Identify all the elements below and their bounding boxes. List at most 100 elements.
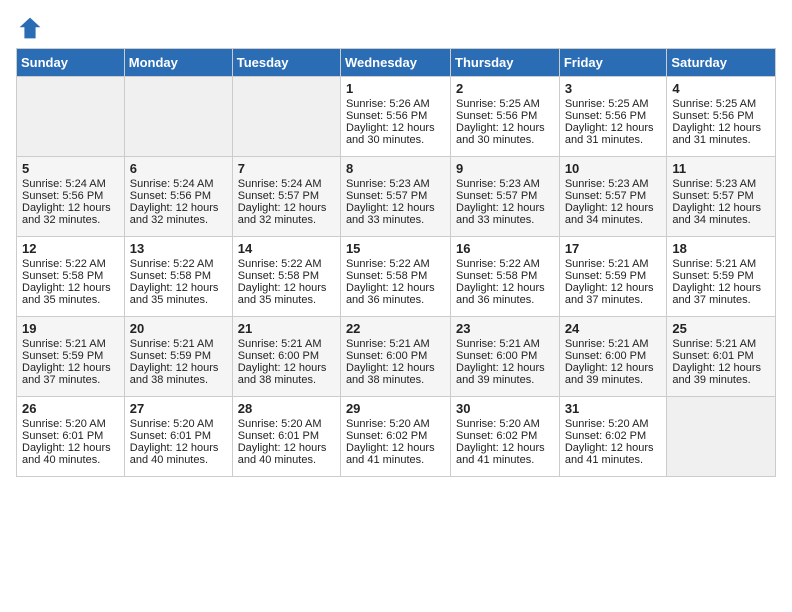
- day-info: Daylight: 12 hours: [565, 362, 662, 374]
- day-info: Daylight: 12 hours: [130, 442, 227, 454]
- day-number: 26: [22, 401, 119, 416]
- day-info: and 35 minutes.: [22, 294, 119, 306]
- calendar-cell: 10Sunrise: 5:23 AMSunset: 5:57 PMDayligh…: [559, 157, 667, 237]
- day-number: 22: [346, 321, 445, 336]
- week-row-5: 26 Sunrise: 5:20 AM Sunset: 6:01 PM Dayligh…: [17, 397, 776, 477]
- day-info: Daylight: 12 hours: [456, 442, 554, 454]
- day-info: Daylight: 12 hours: [130, 282, 227, 294]
- day-info: and 33 minutes.: [456, 214, 554, 226]
- day-info: Sunrise: 5:21 AM: [130, 338, 227, 350]
- day-info: Daylight: 12 hours: [130, 202, 227, 214]
- day-info: Sunrise: 5:24 AM: [130, 178, 227, 190]
- day-number: 1: [346, 81, 445, 96]
- day-info: Sunset: 5:58 PM: [346, 270, 445, 282]
- day-info: Sunrise: 5:22 AM: [456, 258, 554, 270]
- day-number: 16: [456, 241, 554, 256]
- calendar-cell: 6Sunrise: 5:24 AMSunset: 5:56 PMDaylight…: [124, 157, 232, 237]
- calendar-cell: 21Sunrise: 5:21 AMSunset: 6:00 PMDayligh…: [232, 317, 340, 397]
- day-number: 25: [672, 321, 770, 336]
- day-info: Daylight: 12 hours: [22, 362, 119, 374]
- calendar-cell: 2Sunrise: 5:25 AMSunset: 5:56 PMDaylight…: [451, 77, 560, 157]
- calendar-cell: 13Sunrise: 5:22 AMSunset: 5:58 PMDayligh…: [124, 237, 232, 317]
- calendar-cell: 4Sunrise: 5:25 AMSunset: 5:56 PMDaylight…: [667, 77, 776, 157]
- calendar-cell: 27Sunrise: 5:20 AMSunset: 6:01 PMDayligh…: [124, 397, 232, 477]
- day-info: Daylight: 12 hours: [346, 362, 445, 374]
- day-info: Sunset: 5:56 PM: [565, 110, 662, 122]
- day-info: Daylight: 12 hours: [565, 442, 662, 454]
- day-info: Sunrise: 5:20 AM: [130, 418, 227, 430]
- day-info: Daylight: 12 hours: [22, 202, 119, 214]
- calendar-cell: 31Sunrise: 5:20 AMSunset: 6:02 PMDayligh…: [559, 397, 667, 477]
- day-info: and 35 minutes.: [238, 294, 335, 306]
- calendar-cell: 29Sunrise: 5:20 AMSunset: 6:02 PMDayligh…: [340, 397, 450, 477]
- day-info: Daylight: 12 hours: [456, 282, 554, 294]
- calendar-cell: 26Sunrise: 5:20 AMSunset: 6:01 PMDayligh…: [17, 397, 125, 477]
- day-info: and 37 minutes.: [565, 294, 662, 306]
- calendar-cell: 19Sunrise: 5:21 AMSunset: 5:59 PMDayligh…: [17, 317, 125, 397]
- calendar-cell: 5Sunrise: 5:24 AMSunset: 5:56 PMDaylight…: [17, 157, 125, 237]
- day-info: and 30 minutes.: [346, 134, 445, 146]
- calendar-cell: [232, 77, 340, 157]
- day-info: Sunset: 5:56 PM: [346, 110, 445, 122]
- calendar-cell: 3Sunrise: 5:25 AMSunset: 5:56 PMDaylight…: [559, 77, 667, 157]
- day-info: Sunset: 5:58 PM: [22, 270, 119, 282]
- day-info: Sunset: 5:58 PM: [238, 270, 335, 282]
- calendar-body: 1Sunrise: 5:26 AMSunset: 5:56 PMDaylight…: [17, 77, 776, 477]
- day-info: Sunrise: 5:21 AM: [456, 338, 554, 350]
- day-info: Sunset: 5:59 PM: [565, 270, 662, 282]
- day-info: and 38 minutes.: [346, 374, 445, 386]
- calendar-cell: 18Sunrise: 5:21 AMSunset: 5:59 PMDayligh…: [667, 237, 776, 317]
- day-info: and 38 minutes.: [238, 374, 335, 386]
- day-info: and 34 minutes.: [565, 214, 662, 226]
- day-info: Sunset: 5:58 PM: [130, 270, 227, 282]
- day-info: and 30 minutes.: [456, 134, 554, 146]
- day-info: and 41 minutes.: [456, 454, 554, 466]
- week-row-3: 12Sunrise: 5:22 AMSunset: 5:58 PMDayligh…: [17, 237, 776, 317]
- day-info: Daylight: 12 hours: [456, 202, 554, 214]
- col-thursday: Thursday: [451, 49, 560, 77]
- calendar-cell: 25Sunrise: 5:21 AMSunset: 6:01 PMDayligh…: [667, 317, 776, 397]
- day-info: Daylight: 12 hours: [672, 362, 770, 374]
- calendar-cell: [17, 77, 125, 157]
- day-info: Daylight: 12 hours: [346, 442, 445, 454]
- day-info: Sunset: 5:59 PM: [22, 350, 119, 362]
- calendar-cell: 15Sunrise: 5:22 AMSunset: 5:58 PMDayligh…: [340, 237, 450, 317]
- day-info: Sunset: 5:57 PM: [238, 190, 335, 202]
- day-number: 15: [346, 241, 445, 256]
- day-number: 9: [456, 161, 554, 176]
- day-info: Daylight: 12 hours: [238, 442, 335, 454]
- day-number: 29: [346, 401, 445, 416]
- page-header: [16, 16, 776, 40]
- day-info: Sunrise: 5:21 AM: [672, 338, 770, 350]
- day-info: Daylight: 12 hours: [238, 362, 335, 374]
- calendar-cell: 30Sunrise: 5:20 AMSunset: 6:02 PMDayligh…: [451, 397, 560, 477]
- calendar-cell: 17Sunrise: 5:21 AMSunset: 5:59 PMDayligh…: [559, 237, 667, 317]
- day-number: 10: [565, 161, 662, 176]
- day-info: Sunset: 5:56 PM: [456, 110, 554, 122]
- logo: [16, 16, 42, 40]
- day-info: Sunset: 6:01 PM: [22, 430, 119, 442]
- day-info: and 41 minutes.: [346, 454, 445, 466]
- day-number: 6: [130, 161, 227, 176]
- day-info: Sunset: 5:57 PM: [346, 190, 445, 202]
- day-info: and 40 minutes.: [130, 454, 227, 466]
- day-number: 7: [238, 161, 335, 176]
- logo-icon: [18, 16, 42, 40]
- day-info: Sunrise: 5:21 AM: [346, 338, 445, 350]
- day-info: Sunset: 5:57 PM: [456, 190, 554, 202]
- day-info: Sunset: 6:02 PM: [565, 430, 662, 442]
- day-info: Sunrise: 5:21 AM: [565, 258, 662, 270]
- calendar-cell: 11Sunrise: 5:23 AMSunset: 5:57 PMDayligh…: [667, 157, 776, 237]
- day-info: Sunrise: 5:20 AM: [456, 418, 554, 430]
- day-number: 12: [22, 241, 119, 256]
- calendar-cell: 20Sunrise: 5:21 AMSunset: 5:59 PMDayligh…: [124, 317, 232, 397]
- day-number: 28: [238, 401, 335, 416]
- day-info: and 40 minutes.: [22, 454, 119, 466]
- calendar-cell: 8Sunrise: 5:23 AMSunset: 5:57 PMDaylight…: [340, 157, 450, 237]
- week-row-1: 1Sunrise: 5:26 AMSunset: 5:56 PMDaylight…: [17, 77, 776, 157]
- calendar-cell: 9 Sunrise: 5:23 AMSunset: 5:57 PMDaylight…: [451, 157, 560, 237]
- day-info: Sunrise: 5:23 AM: [456, 178, 554, 190]
- day-info: Sunrise: 5:23 AM: [672, 178, 770, 190]
- day-info: and 36 minutes.: [456, 294, 554, 306]
- day-info: Sunset: 6:00 PM: [565, 350, 662, 362]
